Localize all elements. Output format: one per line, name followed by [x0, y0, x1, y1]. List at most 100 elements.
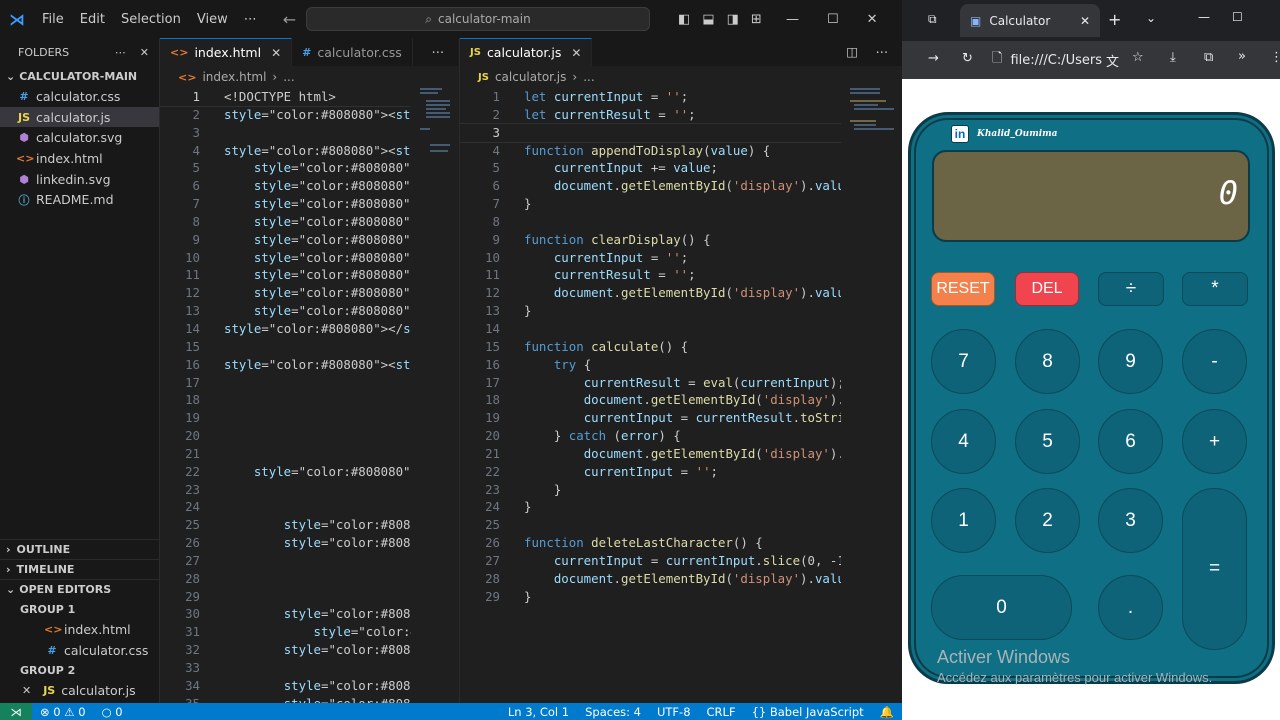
code-line: 5 style="color:#808080"><style="color:#5… [160, 159, 411, 177]
bookmark-star-icon[interactable]: ☆ [1132, 50, 1144, 65]
outline-section[interactable]: › OUTLINE [0, 539, 159, 559]
problems-indicator[interactable]: ⊗ 0 ⚠ 0 [32, 705, 94, 719]
file-item[interactable]: ✕ JS calculator.js [0, 680, 159, 701]
reload-icon[interactable]: ↻ [962, 51, 973, 66]
code-area[interactable]: 1 <!DOCTYPE html> 2 style="color:#808080"><… [160, 88, 411, 703]
address-bar[interactable]: 🗋 file:///C:/Users [992, 47, 1112, 73]
tab-css[interactable]: # calculator.css [292, 38, 413, 66]
file-item[interactable]: JS calculator.js [0, 106, 159, 128]
open-editors-section[interactable]: ⌄ OPEN EDITORS [0, 579, 159, 599]
line-number: 26 [485, 535, 500, 551]
chevron-down-icon[interactable]: ⌄ [1146, 11, 1156, 25]
timeline-section[interactable]: › TIMELINE [0, 559, 159, 579]
digit-3-button[interactable]: 3 [1098, 488, 1163, 553]
digit-4-button[interactable]: 4 [931, 409, 996, 474]
close-tab-icon[interactable]: ✕ [1080, 14, 1090, 28]
digit-2-button[interactable]: 2 [1015, 488, 1080, 553]
file-item[interactable]: # calculator.css [0, 86, 159, 107]
code-line: 6 style="color:#808080"><style="color:#5… [160, 177, 411, 195]
download-icon[interactable]: ⤓ [1170, 50, 1176, 65]
end-of-line[interactable]: CRLF [699, 705, 744, 719]
tab-calculator-js[interactable]: JS calculator.js ✕ [460, 38, 593, 66]
more-tools-icon[interactable]: » [1238, 49, 1246, 64]
minus-button[interactable]: - [1182, 329, 1247, 394]
calculator-display[interactable]: 0 [932, 150, 1250, 242]
line-number: 14 [185, 320, 200, 336]
digit-0-button[interactable]: 0 [931, 575, 1072, 640]
minimize-icon[interactable]: — [786, 12, 799, 27]
plus-button[interactable]: + [1182, 409, 1247, 474]
project-folder[interactable]: ⌄ CALCULATOR-MAIN [0, 66, 159, 86]
file-item[interactable]: <> index.html [0, 148, 159, 169]
tab-actions-icon[interactable]: ⧉ [928, 12, 937, 27]
menu-view[interactable]: View [189, 12, 236, 27]
divide-button[interactable]: ÷ [1098, 272, 1164, 306]
line-number: 11 [485, 267, 500, 283]
menu-edit[interactable]: Edit [72, 12, 113, 27]
menu-more[interactable]: ⋯ [236, 12, 265, 27]
breadcrumb-more[interactable]: ... [583, 70, 594, 84]
file-item[interactable]: # calculator.css [0, 640, 159, 661]
close-icon[interactable]: ✕ [140, 46, 149, 59]
linkedin-icon[interactable]: in [951, 125, 969, 143]
delete-button[interactable]: DEL [1015, 272, 1079, 306]
toggle-sidebar-icon[interactable]: ◧ [678, 12, 690, 27]
maximize-icon[interactable]: ☐ [1232, 10, 1243, 24]
close-tab-icon[interactable]: ✕ [271, 46, 281, 60]
new-tab-icon[interactable]: + [1108, 10, 1121, 29]
close-tab-icon[interactable]: ✕ [571, 46, 581, 60]
digit-8-button[interactable]: 8 [1015, 329, 1080, 394]
translate-icon[interactable]: 文 [1106, 51, 1119, 70]
tab-html[interactable]: <> index.html ✕ [160, 38, 293, 66]
more-actions-icon[interactable]: ⋯ [115, 46, 126, 59]
code-line: 27 [160, 552, 411, 570]
back-arrow-icon[interactable]: ← [275, 10, 304, 29]
line-number: 25 [485, 517, 500, 533]
toggle-secondary-sidebar-icon[interactable]: ◨ [727, 12, 739, 27]
notifications-bell-icon[interactable]: 🔔 [872, 705, 902, 719]
close-icon[interactable]: ✕ [867, 12, 878, 27]
indentation[interactable]: Spaces: 4 [577, 705, 649, 719]
equals-button[interactable]: = [1182, 488, 1247, 650]
breadcrumb-more[interactable]: ... [283, 70, 294, 84]
minimap[interactable] [418, 88, 452, 188]
command-center-search[interactable]: ⌕ calculator-main [306, 7, 650, 31]
file-item[interactable]: ⓘ README.md [0, 189, 159, 210]
toggle-panel-icon[interactable]: ⬓ [702, 12, 714, 27]
ports-indicator[interactable]: ○ 0 [94, 705, 131, 719]
menu-selection[interactable]: Selection [113, 12, 189, 27]
file-item[interactable]: ⬢ calculator.svg [0, 127, 159, 148]
digit-5-button[interactable]: 5 [1015, 409, 1080, 474]
digit-9-button[interactable]: 9 [1098, 329, 1163, 394]
code-area[interactable]: 1 let currentInput = ''; 2 let currentResul… [460, 88, 841, 605]
customize-layout-icon[interactable]: ⊞ [751, 12, 762, 27]
file-item[interactable]: <> index.html [0, 619, 159, 640]
menu-icon[interactable]: ⋮ [1270, 50, 1280, 65]
digit-7-button[interactable]: 7 [931, 329, 996, 394]
more-actions-icon[interactable]: ⋯ [432, 44, 445, 59]
multiply-button[interactable]: * [1182, 272, 1248, 306]
file-item[interactable]: ⬢ linkedin.svg [0, 169, 159, 190]
breadcrumb-file[interactable]: index.html [202, 70, 266, 84]
minimize-icon[interactable]: — [1198, 10, 1210, 24]
reset-button[interactable]: RESET [931, 272, 995, 306]
language-mode[interactable]: {} Babel JavaScript [744, 705, 872, 719]
encoding[interactable]: UTF-8 [649, 705, 699, 719]
browser-tab[interactable]: ▣ Calculator ✕ [960, 4, 1100, 37]
more-actions-icon[interactable]: ⋯ [876, 44, 889, 59]
remote-indicator-icon[interactable]: ⋊ [0, 703, 32, 720]
extensions-icon[interactable]: ⧉ [1204, 50, 1213, 65]
forward-arrow-icon[interactable]: → [928, 51, 939, 66]
decimal-button[interactable]: . [1098, 575, 1163, 640]
menu-file[interactable]: File [34, 12, 72, 27]
maximize-icon[interactable]: ☐ [827, 12, 839, 27]
breadcrumb-file[interactable]: calculator.js [495, 70, 566, 84]
close-editor-icon[interactable]: ✕ [22, 684, 31, 697]
digit-6-button[interactable]: 6 [1098, 409, 1163, 474]
line-number: 28 [185, 570, 200, 586]
split-editor-icon[interactable]: ◫ [846, 44, 858, 59]
minimap[interactable] [848, 88, 894, 188]
digit-1-button[interactable]: 1 [931, 488, 996, 553]
line-number: 8 [192, 213, 200, 229]
cursor-position[interactable]: Ln 3, Col 1 [500, 705, 577, 719]
